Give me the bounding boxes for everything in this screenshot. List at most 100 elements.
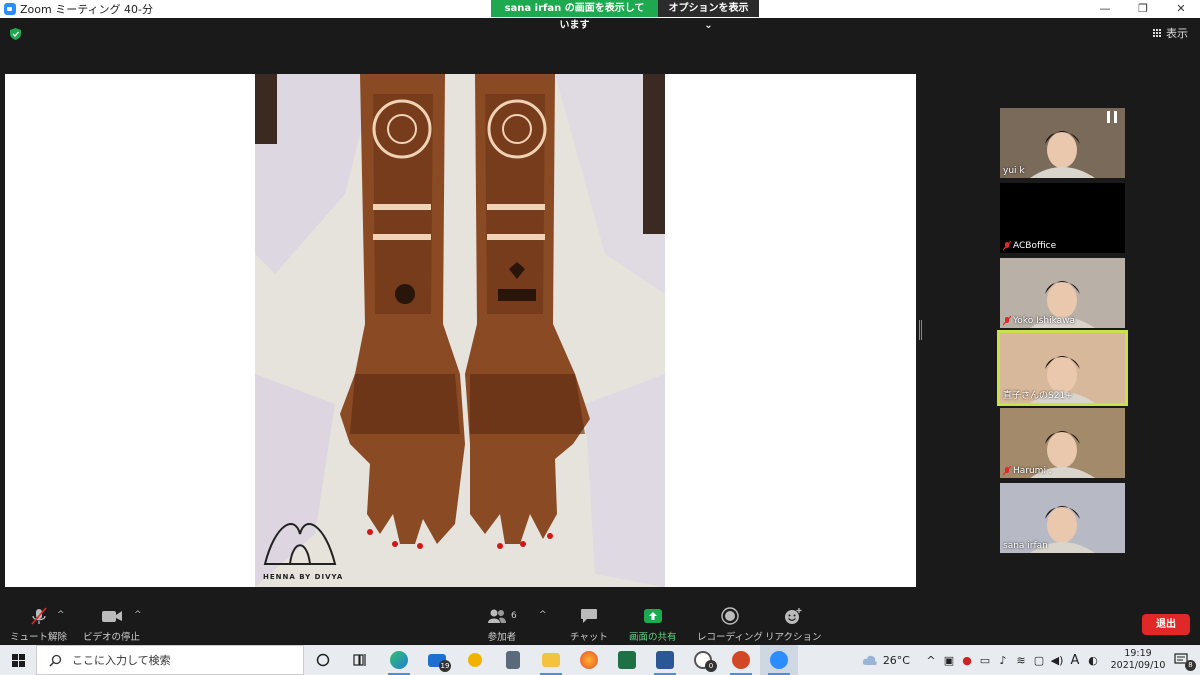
participant-name-tag: ACBoffice [1003,241,1056,251]
window-title: Zoom ミーティング 40-分 [20,3,154,16]
leave-button[interactable]: 退出 [1142,614,1190,635]
notification-badge: 8 [1185,659,1196,671]
show-hidden-icons-button[interactable]: ^ [922,654,940,667]
word-icon [656,651,674,669]
view-button-label: 表示 [1166,27,1188,40]
firefox-icon [580,651,598,669]
file-explorer-app[interactable] [532,645,570,675]
participants-count: 6 [511,611,517,621]
weather-temp: 26°C [882,653,910,667]
meet-now-icon[interactable]: ▣ [940,654,958,667]
ime-indicator[interactable]: A [1066,653,1084,668]
taskbar-search-box[interactable]: ここに入力して検索 [36,645,304,675]
powerpoint-app[interactable] [722,645,760,675]
audio-options-caret[interactable]: ^ [57,610,65,620]
unmute-label: ミュート解除 [10,632,68,643]
stop-video-button[interactable]: ビデオの停止 [83,606,140,643]
start-button[interactable] [0,645,36,675]
task-view-icon [353,654,366,666]
stop-video-label: ビデオの停止 [83,632,141,643]
reactions-label: リアクション [765,632,822,643]
participant-tile[interactable]: Yoko Ishikawa [1000,258,1125,328]
chat-button[interactable]: チャット [570,606,608,643]
muted-mic-icon [30,607,47,625]
network-icon[interactable]: ▢ [1030,654,1048,667]
participant-tile[interactable]: 直子さんのS21+ [997,330,1128,406]
share-screen-icon [643,609,662,623]
mail-badge: 19 [439,660,451,672]
calculator-app[interactable] [494,645,532,675]
calculator-icon [506,651,520,669]
clock-badge: 0 [705,660,717,672]
search-icon [49,654,62,667]
minimize-button[interactable]: — [1086,0,1124,18]
share-screen-button[interactable]: 画面の共有 [629,606,677,643]
shared-screen[interactable]: HENNA BY DIVYA [5,74,916,587]
participant-tile[interactable]: Harumi . [1000,408,1125,478]
reactions-button[interactable]: リアクション [765,606,822,643]
view-button[interactable]: 表示 [1153,25,1188,41]
muted-mic-icon [1003,316,1011,326]
notification-center-button[interactable]: 8 [1174,652,1200,671]
powerpoint-icon [732,651,750,669]
clock-app[interactable]: 0 [684,645,722,675]
participants-label: 参加者 [487,632,517,643]
participant-name: 直子さんのS21+ [1003,391,1073,401]
timeline-button[interactable] [342,645,380,675]
excel-icon [618,651,636,669]
participant-tile[interactable]: sana irfan [1000,483,1125,553]
participant-name: sana irfan [1003,541,1048,551]
microphone-icon[interactable]: ♪ [994,654,1012,667]
share-status: sana irfan の画面を表示しています [491,0,658,31]
close-button[interactable]: ✕ [1162,0,1200,18]
security-icon[interactable]: ● [958,654,976,667]
zoom-app-icon [770,651,788,669]
zoom-app[interactable] [760,645,798,675]
excel-app[interactable] [608,645,646,675]
task-view-button[interactable] [304,645,342,675]
folder-icon [542,653,560,667]
chat-label: チャット [570,632,608,643]
grid-icon [1153,28,1162,38]
video-options-caret[interactable]: ^ [134,610,142,620]
search-placeholder: ここに入力して検索 [72,654,171,667]
firefox-app[interactable] [570,645,608,675]
smiley-plus-icon [785,608,802,624]
clock-date: 2021/09/10 [1110,660,1166,671]
participant-name: Yoko Ishikawa [1013,316,1076,326]
henna-image: HENNA BY DIVYA [255,74,665,587]
battery-icon[interactable]: ▭ [976,654,994,667]
mail-app[interactable]: 19 [418,645,456,675]
edge-app[interactable] [380,645,418,675]
share-banner: sana irfan の画面を表示しています オプションを表示 ⌄ [491,0,759,31]
weather-app[interactable] [456,645,494,675]
participant-tile[interactable]: yui k [1000,108,1125,178]
taskbar-clock[interactable]: 19:19 2021/09/10 [1102,648,1174,672]
system-tray: 26°C ^ ▣ ● ▭ ♪ ≋ ▢ ◀) A ◐ 19:19 2021/09/… [862,645,1200,675]
weather-widget[interactable]: 26°C [862,654,910,667]
window-controls: — ❐ ✕ [1086,0,1200,18]
participant-name: yui k [1003,166,1025,176]
wifi-icon[interactable]: ≋ [1012,654,1030,667]
participant-name-tag: 直子さんのS21+ [1003,388,1073,401]
panel-splitter[interactable] [919,320,922,340]
muted-mic-icon [1003,466,1011,476]
record-button[interactable]: レコーディング [697,606,763,643]
maximize-button[interactable]: ❐ [1124,0,1162,18]
tile-menu-icon[interactable] [1107,111,1117,123]
clock-time: 19:19 [1124,648,1152,659]
meeting-toolbar: ミュート解除 ^ ビデオの停止 ^ 6 参加者 ^ チャット 画面の共有 レコー… [0,600,1200,645]
zoom-logo-icon [4,3,16,15]
participants-options-caret[interactable]: ^ [539,610,547,620]
windows-logo-icon [11,653,25,667]
view-options-button[interactable]: オプションを表示 ⌄ [658,0,759,31]
henna-watermark: HENNA BY DIVYA [263,573,344,581]
encryption-shield-icon[interactable] [10,28,21,40]
record-label: レコーディング [697,632,763,643]
volume-icon[interactable]: ◀) [1048,654,1066,667]
participant-tile[interactable]: ACBoffice [1000,183,1125,253]
word-app[interactable] [646,645,684,675]
record-icon [721,607,739,625]
participants-button[interactable]: 6 参加者 [487,606,517,643]
ime-mode-icon[interactable]: ◐ [1084,654,1102,667]
